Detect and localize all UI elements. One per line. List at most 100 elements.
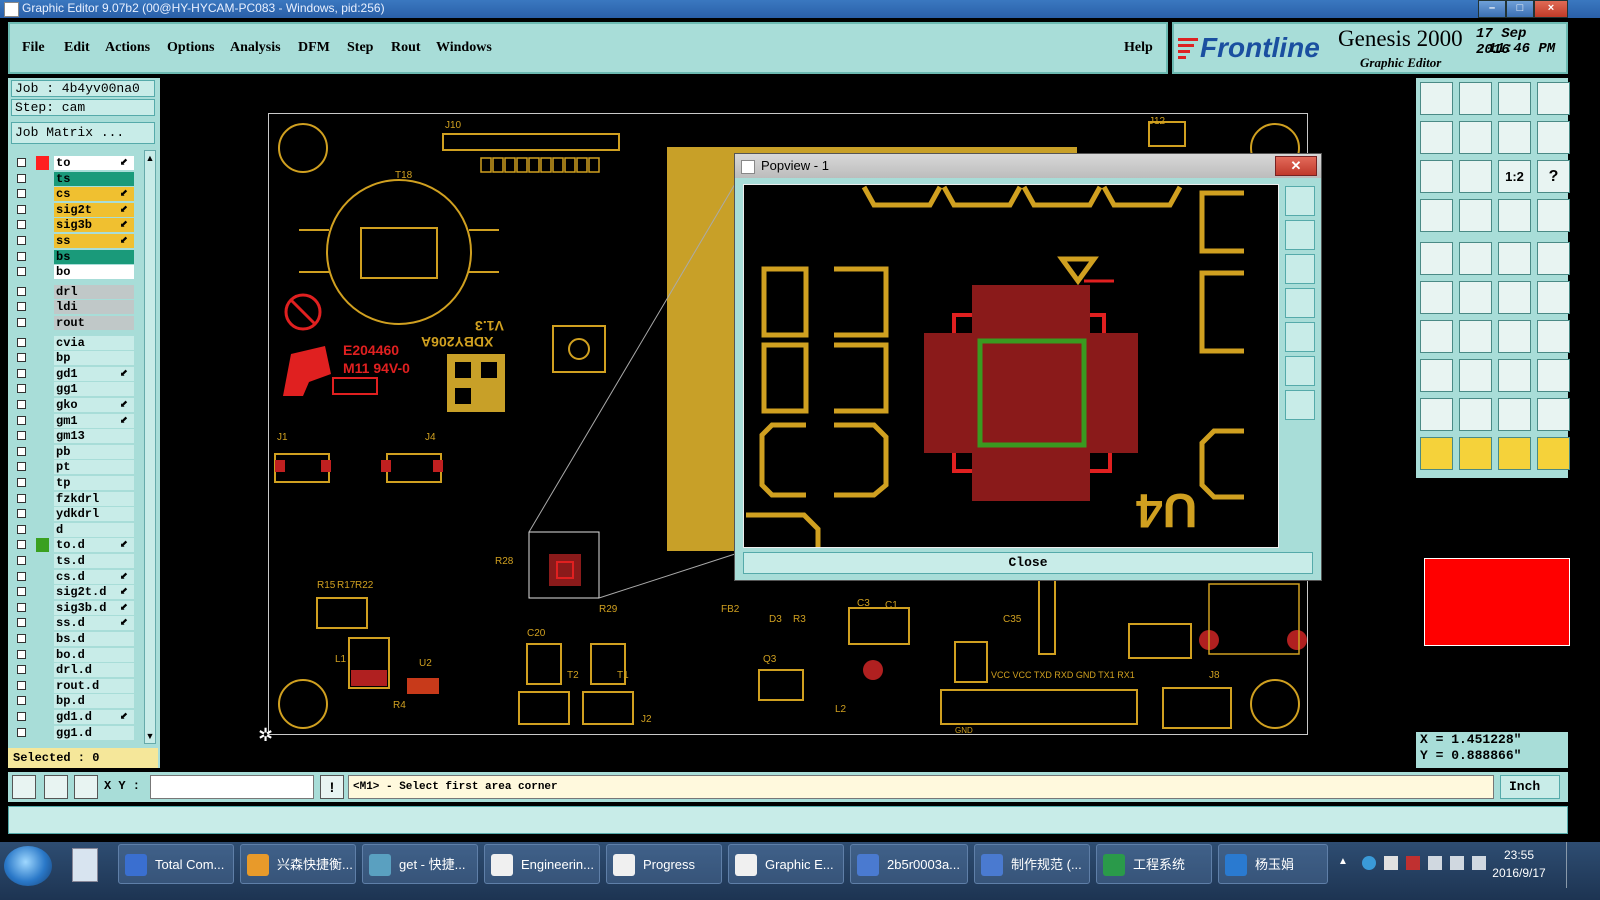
layer-row-ss-d[interactable]: ss.d ⬋ xyxy=(14,616,134,631)
tray-browser-icon[interactable] xyxy=(1362,856,1376,870)
layer-name[interactable]: ts xyxy=(54,171,134,186)
layer-name[interactable]: ts.d xyxy=(54,554,134,568)
layer-color-swatch[interactable] xyxy=(36,382,49,396)
layer-color-swatch[interactable] xyxy=(36,632,49,646)
layer-color-swatch[interactable] xyxy=(36,336,49,350)
layer-name[interactable]: fzkdrl xyxy=(54,491,134,506)
layer-checkbox[interactable] xyxy=(17,415,26,425)
popview-zoom-out-icon[interactable] xyxy=(1285,390,1315,420)
layer-row-bp[interactable]: bp xyxy=(14,351,134,366)
triangle-arrow-icon[interactable] xyxy=(1498,398,1531,431)
layer-row-ydkdrl[interactable]: ydkdrl xyxy=(14,507,134,522)
scroll-up-icon[interactable]: ▲ xyxy=(145,153,155,163)
layer-row-fzkdrl[interactable]: fzkdrl xyxy=(14,491,134,506)
select-pointer-icon[interactable] xyxy=(1420,437,1453,470)
layer-checkbox[interactable] xyxy=(17,509,26,519)
layer-color-swatch[interactable] xyxy=(36,554,49,568)
layer-row-ss[interactable]: ss ⬋ xyxy=(14,234,134,248)
layers-icon[interactable] xyxy=(1537,359,1570,392)
pan-right-icon[interactable] xyxy=(1459,121,1492,154)
measure-icon[interactable] xyxy=(1537,199,1570,232)
taskbar-item-5[interactable]: Progress xyxy=(606,844,722,884)
job-matrix-button[interactable]: Job Matrix ... xyxy=(11,122,155,144)
layer-name[interactable]: pb xyxy=(54,444,134,459)
layer-name[interactable]: d xyxy=(54,522,134,537)
layer-row-gko[interactable]: gko ⬋ xyxy=(14,398,134,412)
layer-name[interactable]: bo.d xyxy=(54,647,134,662)
layer-name[interactable]: bp.d xyxy=(54,694,134,709)
resize-icon[interactable] xyxy=(1498,359,1531,392)
delete-icon[interactable] xyxy=(1459,281,1492,314)
layer-name[interactable]: cvia xyxy=(54,335,134,350)
layer-row-ts[interactable]: ts xyxy=(14,171,134,186)
taskbar-item-6[interactable]: Graphic E... xyxy=(728,844,844,884)
layer-checkbox[interactable] xyxy=(17,158,26,167)
layer-name[interactable]: pt xyxy=(54,460,134,475)
layer-name[interactable]: bs.d xyxy=(54,632,134,646)
slant-line-icon[interactable] xyxy=(1459,320,1492,353)
layer-checkbox[interactable] xyxy=(17,400,26,409)
dot-icon[interactable] xyxy=(1537,242,1570,275)
minimize-button[interactable]: – xyxy=(1478,0,1506,18)
layer-row-pb[interactable]: pb xyxy=(14,444,134,459)
xy-input[interactable] xyxy=(150,775,314,799)
layer-color-swatch[interactable] xyxy=(36,538,49,553)
window-icon[interactable] xyxy=(1537,82,1570,115)
layer-checkbox[interactable] xyxy=(17,368,26,378)
alert-icon[interactable]: ! xyxy=(320,775,344,799)
layer-row-ldi[interactable]: ldi xyxy=(14,300,134,315)
select-net-icon[interactable] xyxy=(1537,437,1570,470)
layer-checkbox[interactable] xyxy=(17,189,26,199)
layer-row-cs[interactable]: cs ⬋ xyxy=(14,187,134,202)
layer-row-drl-d[interactable]: drl.d xyxy=(14,663,134,678)
taskbar-item-4[interactable]: Engineerin... xyxy=(484,844,600,884)
layer-checkbox[interactable] xyxy=(17,727,26,737)
layer-row-gd1[interactable]: gd1 ⬋ xyxy=(14,366,134,381)
layer-checkbox[interactable] xyxy=(17,587,26,597)
layer-row-sig2t[interactable]: sig2t ⬋ xyxy=(14,202,134,217)
layer-checkbox[interactable] xyxy=(17,478,26,487)
layer-color-swatch[interactable] xyxy=(36,460,49,474)
system-clock[interactable]: 23:55 2016/9/17 xyxy=(1484,846,1554,882)
tray-display-icon[interactable] xyxy=(1428,856,1442,870)
layer-name[interactable]: bo xyxy=(54,265,134,280)
layer-row-d[interactable]: d xyxy=(14,522,134,537)
layer-name[interactable]: drl.d xyxy=(54,663,134,678)
layer-checkbox[interactable] xyxy=(17,251,26,261)
layer-row-drl[interactable]: drl xyxy=(14,284,134,299)
menu-windows[interactable]: Windows xyxy=(436,40,492,56)
layer-color-swatch[interactable] xyxy=(36,203,49,217)
layer-checkbox[interactable] xyxy=(17,462,26,472)
taskbar-item-3[interactable]: get - 快捷... xyxy=(362,844,478,884)
tray-network-icon[interactable] xyxy=(1450,856,1464,870)
layer-color-swatch[interactable] xyxy=(36,316,49,330)
layer-name[interactable]: gg1.d xyxy=(54,725,134,740)
layer-color-swatch[interactable] xyxy=(36,187,49,201)
layer-color-swatch[interactable] xyxy=(36,429,49,443)
layer-name[interactable]: tp xyxy=(54,476,134,490)
taskbar-item-9[interactable]: 工程系统 xyxy=(1096,844,1212,884)
text-icon[interactable] xyxy=(1537,320,1570,353)
layer-checkbox[interactable] xyxy=(17,696,26,706)
menu-analysis[interactable]: Analysis xyxy=(230,40,281,56)
zoom-area-icon[interactable] xyxy=(1498,121,1531,154)
menu-dfm[interactable]: DFM xyxy=(298,40,330,56)
layer-checkbox[interactable] xyxy=(17,431,26,441)
layer-row-cs-d[interactable]: cs.d ⬋ xyxy=(14,569,134,584)
layer-checkbox[interactable] xyxy=(17,236,26,245)
select-box-icon[interactable] xyxy=(1459,437,1492,470)
zoom-1-2-icon[interactable]: 1:2 xyxy=(1498,160,1531,193)
layer-color-swatch[interactable] xyxy=(36,616,49,630)
layer-name[interactable]: gm13 xyxy=(54,429,134,444)
layer-color-swatch[interactable] xyxy=(36,218,49,232)
layer-color-swatch[interactable] xyxy=(36,570,49,584)
layer-row-cvia[interactable]: cvia xyxy=(14,335,134,350)
layer-color-swatch[interactable] xyxy=(36,648,49,662)
layer-checkbox[interactable] xyxy=(17,680,26,690)
layer-checkbox[interactable] xyxy=(17,318,26,327)
layer-checkbox[interactable] xyxy=(17,524,26,534)
layer-row-to-d[interactable]: to.d ⬋ xyxy=(14,538,134,553)
layer-row-sig2t-d[interactable]: sig2t.d ⬋ xyxy=(14,585,134,600)
show-desktop-button[interactable] xyxy=(1566,842,1581,888)
layer-row-gm1[interactable]: gm1 ⬋ xyxy=(14,413,134,428)
